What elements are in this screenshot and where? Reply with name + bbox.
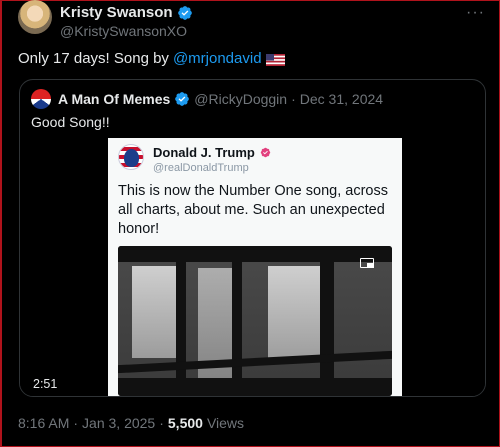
video-frame-bar <box>176 246 186 396</box>
author-handle[interactable]: @KristySwansonXO <box>60 23 187 39</box>
quoted-avatar[interactable] <box>31 89 51 109</box>
card-handle: @realDonaldTrump <box>153 162 249 174</box>
author-avatar[interactable] <box>18 0 52 34</box>
card-avatar <box>118 144 144 170</box>
author-name[interactable]: Kristy Swanson <box>60 4 173 21</box>
quoted-tweet[interactable]: A Man Of Memes @RickyDoggin · Dec 31, 20… <box>19 79 486 397</box>
quoted-separator: · <box>291 91 296 107</box>
video-frame-bar <box>320 246 334 396</box>
picture-in-picture-icon[interactable] <box>360 258 374 268</box>
card-name-row: Donald J. Trump <box>153 145 271 160</box>
tweet-date[interactable]: Jan 3, 2025 <box>82 415 155 431</box>
verified-badge-icon <box>175 92 190 106</box>
us-flag-icon <box>265 53 285 66</box>
tweet-time[interactable]: 8:16 AM <box>18 415 69 431</box>
meta-separator: · <box>73 415 79 431</box>
tweet-body: Only 17 days! Song by <box>18 50 169 67</box>
video-window-light-left <box>132 266 176 358</box>
quoted-date[interactable]: Dec 31, 2024 <box>300 91 383 107</box>
tweet-meta: 8:16 AM · Jan 3, 2025 · 5,500 Views <box>18 415 244 431</box>
mention-link[interactable]: @mrjondavid <box>173 50 262 67</box>
video-window-light-right <box>268 266 320 362</box>
video-duration: 2:51 <box>33 377 58 391</box>
video-player[interactable] <box>118 246 392 396</box>
video-frame-bar <box>232 246 242 396</box>
author-name-row: Kristy Swanson <box>60 4 193 21</box>
views-label: Views <box>206 415 245 431</box>
video-bottom-bar <box>118 378 392 396</box>
gold-badge-icon <box>260 147 271 158</box>
quoted-header: A Man Of Memes @RickyDoggin · Dec 31, 20… <box>31 89 383 109</box>
quoted-text: Good Song!! <box>31 114 110 130</box>
quoted-media[interactable]: Donald J. Trump @realDonaldTrump This is… <box>20 138 485 396</box>
meta-separator: · <box>159 415 164 431</box>
embedded-screenshot-card: Donald J. Trump @realDonaldTrump This is… <box>108 138 402 396</box>
more-options-icon[interactable]: ··· <box>466 4 485 22</box>
tweet-text: Only 17 days! Song by @mrjondavid <box>18 50 285 67</box>
quoted-name[interactable]: A Man Of Memes <box>58 91 170 107</box>
quoted-handle[interactable]: @RickyDoggin <box>194 91 287 107</box>
card-text: This is now the Number One song, across … <box>118 183 388 237</box>
views-count: 5,500 <box>167 415 203 431</box>
card-name: Donald J. Trump <box>153 145 255 160</box>
video-top-bar <box>118 246 392 262</box>
verified-badge-icon <box>177 5 192 20</box>
